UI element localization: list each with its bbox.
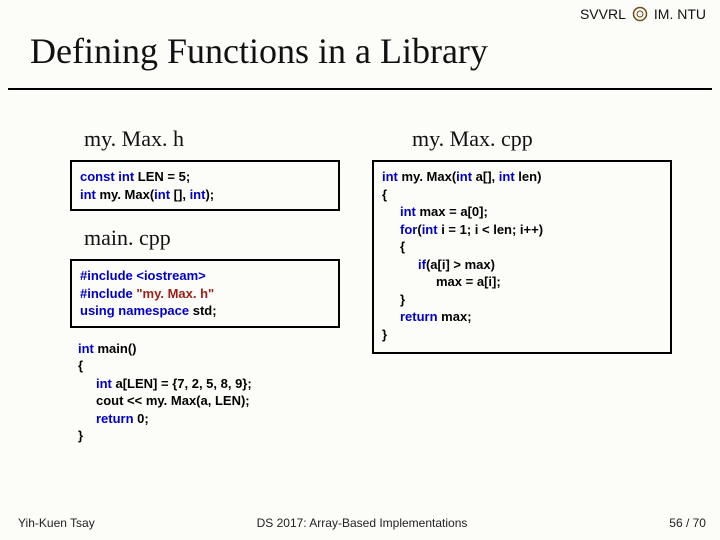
- code-main-includes: #include <iostream> #include "my. Max. h…: [70, 259, 340, 328]
- footer-page: 56 / 70: [477, 516, 706, 530]
- footer-course: DS 2017: Array-Based Implementations: [247, 516, 476, 530]
- footer: Yih-Kuen Tsay DS 2017: Array-Based Imple…: [18, 516, 706, 530]
- code-mymax-cpp: int my. Max(int a[], int len) { int max …: [372, 160, 672, 354]
- footer-author: Yih-Kuen Tsay: [18, 516, 247, 530]
- code-mymax-h: const int LEN = 5; int my. Max(int [], i…: [70, 160, 340, 211]
- right-column: my. Max. cpp int my. Max(int a[], int le…: [372, 120, 672, 360]
- header-dept: IM. NTU: [654, 6, 706, 22]
- header: SVVRL IM. NTU: [30, 6, 706, 28]
- ntu-seal-icon: [632, 6, 648, 22]
- slide-title: Defining Functions in a Library: [30, 30, 488, 72]
- left-column: my. Max. h const int LEN = 5; int my. Ma…: [70, 120, 340, 451]
- title-rule: [8, 88, 712, 90]
- label-mymax-h: my. Max. h: [84, 126, 340, 152]
- code-main-body: int main() { int a[LEN] = {7, 2, 5, 8, 9…: [70, 334, 340, 451]
- header-lab: SVVRL: [580, 6, 626, 22]
- label-main-cpp: main. cpp: [84, 225, 340, 251]
- label-mymax-cpp: my. Max. cpp: [412, 126, 672, 152]
